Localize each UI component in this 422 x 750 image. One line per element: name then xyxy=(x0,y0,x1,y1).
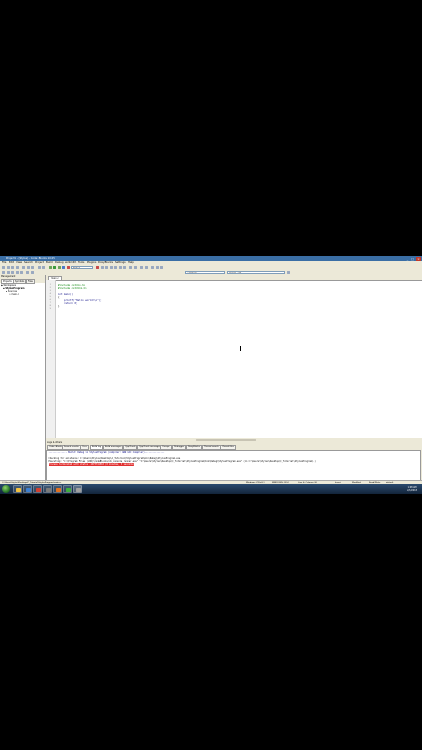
match-case-icon[interactable] xyxy=(2,270,6,275)
zoom-in-button[interactable] xyxy=(26,270,30,275)
prev-bookmark-button[interactable] xyxy=(160,265,164,270)
taskbar-firefox[interactable] xyxy=(53,485,62,493)
debug-info-button[interactable] xyxy=(133,265,137,270)
code-line: int main() xyxy=(58,292,74,296)
log-tabs: Code::Blocks Search results Cccc Build l… xyxy=(46,445,422,451)
copy-button[interactable] xyxy=(26,265,30,270)
uncomment-button[interactable] xyxy=(15,270,19,275)
debug-windows-button[interactable] xyxy=(129,265,133,270)
next-line-button[interactable] xyxy=(105,265,109,270)
symbol-select[interactable]: main() : int xyxy=(227,270,285,275)
scope-select[interactable]: <global> xyxy=(185,270,225,275)
taskbar-explorer[interactable] xyxy=(13,485,22,493)
tree-item-main-c[interactable]: ▫ main.c xyxy=(9,293,19,296)
close-button[interactable]: × xyxy=(416,256,421,261)
taskbar: 1:08 AM 2/1/2013 xyxy=(0,484,422,494)
taskbar-browser[interactable] xyxy=(23,485,32,493)
code-editor[interactable]: main.c 1 2 3 4 5 6 7 8 9 #include <stdio… xyxy=(46,275,422,441)
system-clock[interactable]: 1:08 AM 2/1/2013 xyxy=(407,486,417,493)
debug-button[interactable] xyxy=(96,265,100,270)
taskbar-app[interactable] xyxy=(63,485,72,493)
zoom-out-button[interactable] xyxy=(30,270,34,275)
replace-button[interactable] xyxy=(42,265,46,270)
log-error-line: Process terminated with status -10737415… xyxy=(48,463,135,466)
find-button[interactable] xyxy=(37,265,41,270)
paste-button[interactable] xyxy=(31,265,35,270)
step-into-button[interactable] xyxy=(109,265,113,270)
next-instruction-button[interactable] xyxy=(118,265,122,270)
save-button[interactable] xyxy=(11,265,15,270)
build-button[interactable] xyxy=(48,265,52,270)
maximize-button[interactable]: □ xyxy=(410,257,415,261)
line-number: 9 xyxy=(49,307,51,310)
cut-button[interactable] xyxy=(22,265,26,270)
log-line: -------------- Build: Debug in StylusPro… xyxy=(48,451,165,454)
app-icon xyxy=(66,487,71,492)
run-button[interactable] xyxy=(53,265,57,270)
taskbar-codeblocks[interactable] xyxy=(73,485,82,493)
abort-button[interactable] xyxy=(66,265,70,270)
step-out-button[interactable] xyxy=(114,265,118,270)
folder-icon xyxy=(16,487,21,492)
taskbar-media[interactable] xyxy=(33,485,42,493)
taskbar-app[interactable] xyxy=(43,485,52,493)
clock-date: 2/1/2013 xyxy=(407,488,417,492)
text-cursor xyxy=(240,346,241,351)
jump-to-symbol-icon[interactable] xyxy=(287,270,291,275)
codeblocks-icon xyxy=(76,487,81,492)
build-and-run-button[interactable] xyxy=(57,265,61,270)
code-line: } xyxy=(58,304,60,308)
comment-button[interactable] xyxy=(11,270,15,275)
desktop-screen: Project1 - [Stylus] - Code::Blocks 10.05… xyxy=(0,256,422,494)
toggle-comment-button[interactable] xyxy=(20,270,24,275)
code-line: #include <stdlib.h> xyxy=(58,286,87,290)
tab-files[interactable]: Files xyxy=(26,278,35,285)
open-file-button[interactable] xyxy=(6,265,10,270)
save-all-button[interactable] xyxy=(15,265,19,270)
app-icon xyxy=(46,487,51,492)
media-icon xyxy=(36,487,41,492)
run-to-cursor-button[interactable] xyxy=(100,265,104,270)
firefox-icon xyxy=(56,487,61,492)
start-button[interactable] xyxy=(2,485,10,493)
line-number-gutter: 1 2 3 4 5 6 7 8 9 xyxy=(46,279,56,441)
next-bookmark-button[interactable] xyxy=(155,265,159,270)
editor-tabs: main.c xyxy=(46,275,422,281)
management-tabs: Projects Symbols Files xyxy=(0,278,45,285)
new-file-button[interactable] xyxy=(2,265,6,270)
jump-forward-button[interactable] xyxy=(144,265,148,270)
toggle-bookmark-button[interactable] xyxy=(151,265,155,270)
rebuild-button[interactable] xyxy=(62,265,66,270)
code-line: return 0; xyxy=(58,301,78,305)
jump-back-button[interactable] xyxy=(140,265,144,270)
management-pane: Management Projects Symbols Files ◆ Work… xyxy=(0,275,46,494)
stop-debugger-button[interactable] xyxy=(123,265,127,270)
build-target-select[interactable]: Debug xyxy=(71,265,93,270)
regex-icon[interactable] xyxy=(6,270,10,275)
browser-icon xyxy=(26,487,31,492)
